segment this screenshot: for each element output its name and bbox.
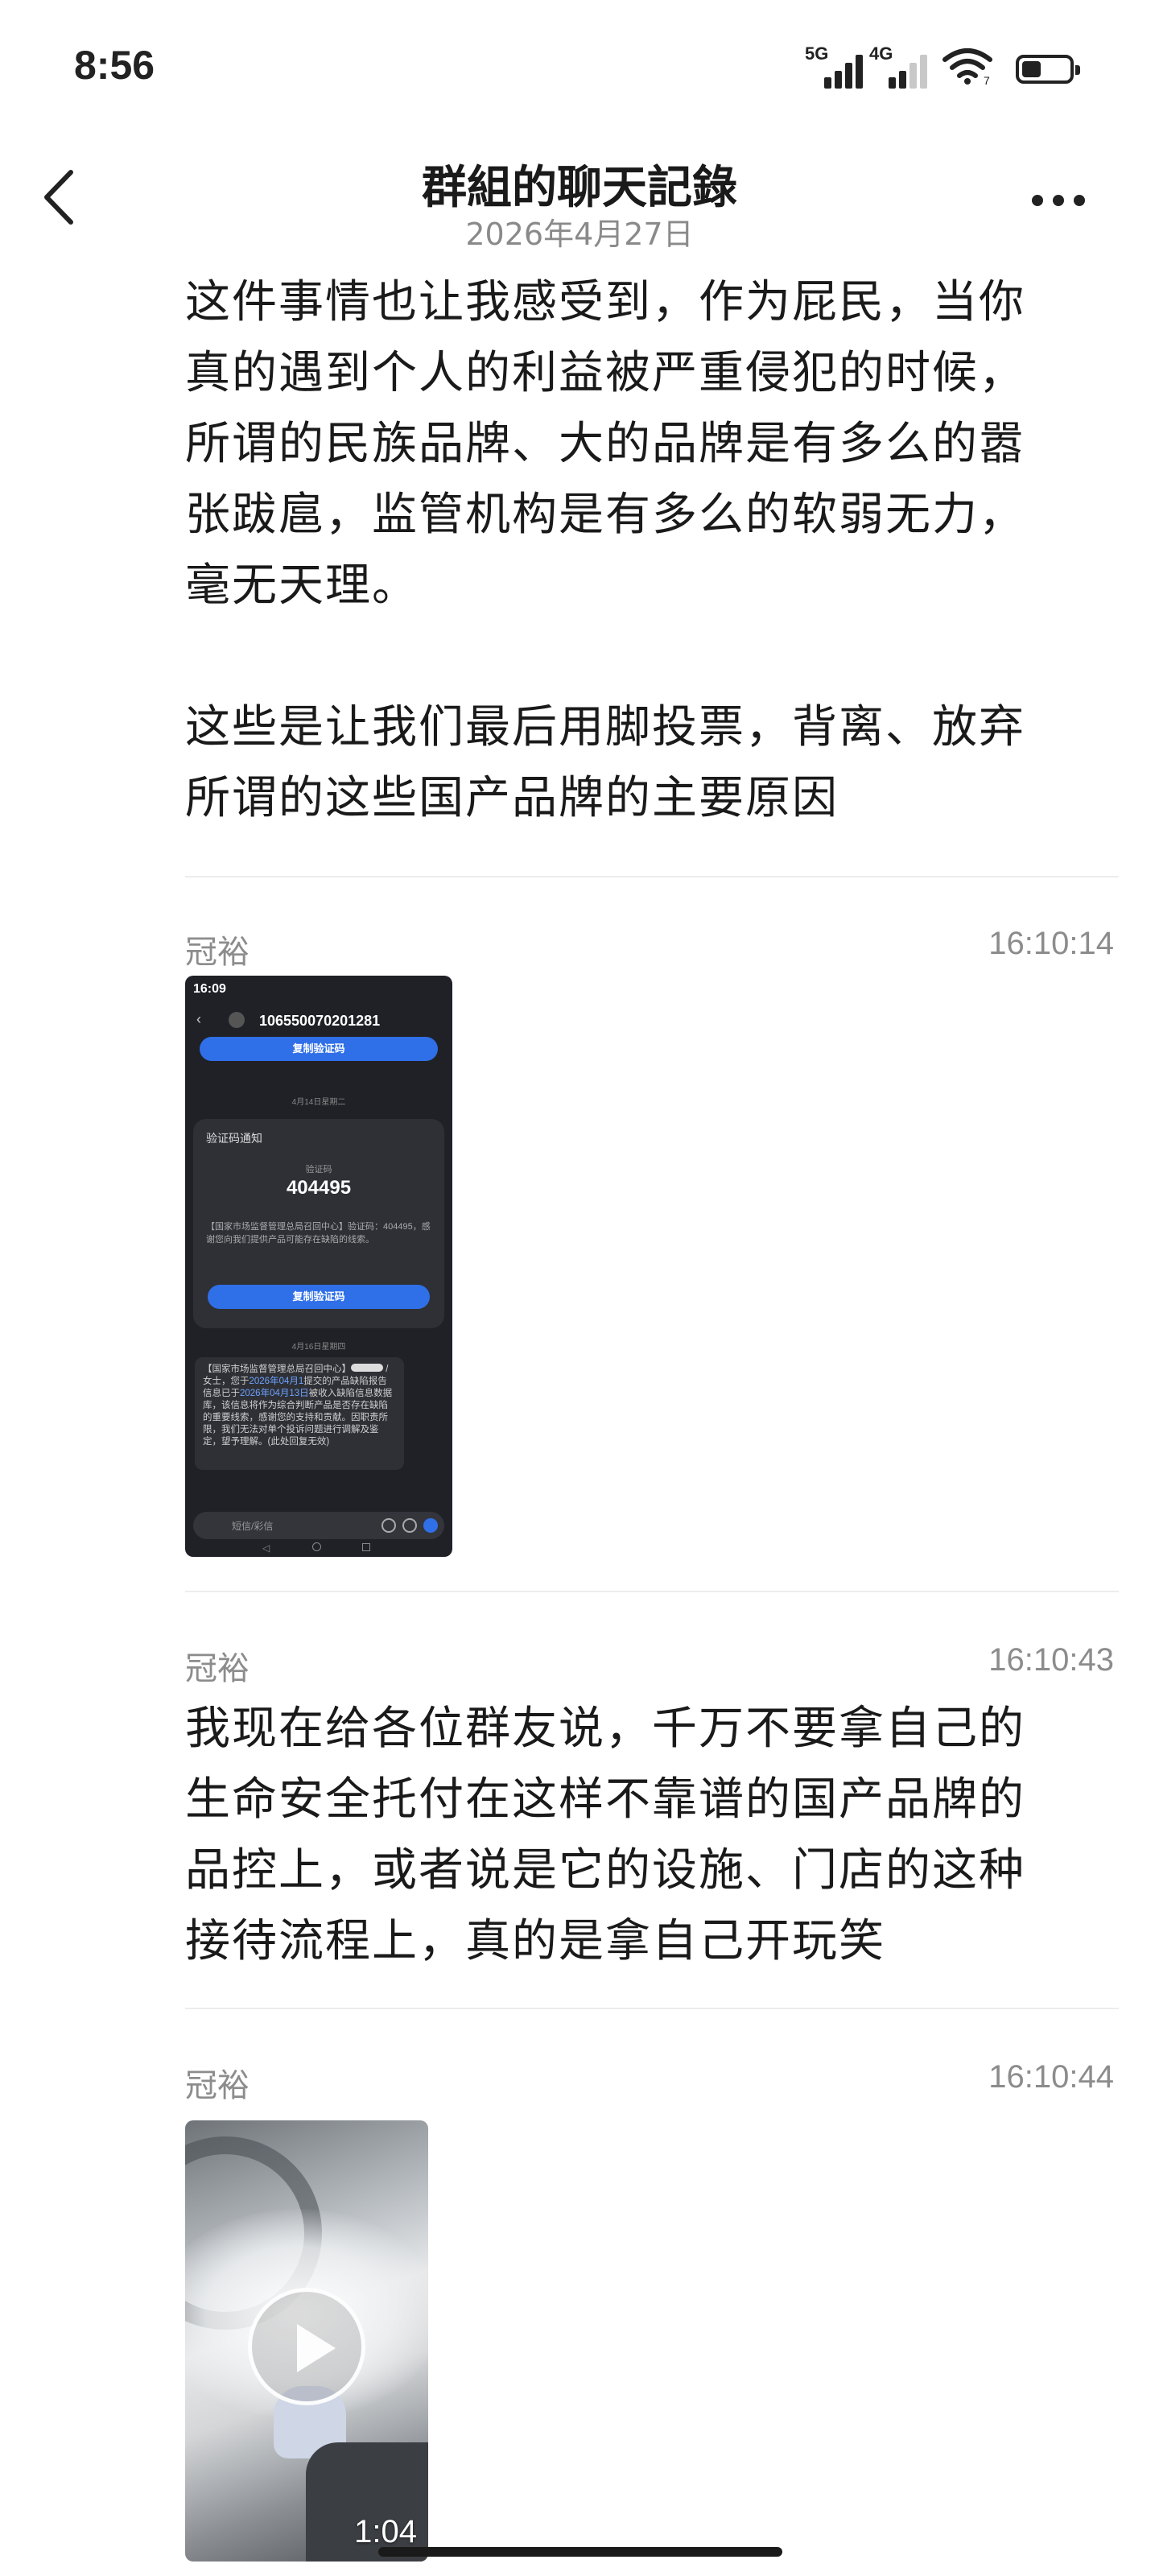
thumb-input-bar: 短信/彩信 (193, 1512, 444, 1539)
svg-text:7: 7 (984, 74, 990, 85)
page-title: 群組的聊天記錄 (422, 162, 737, 214)
message-divider (185, 876, 1119, 877)
thumb-copy-button: 复制验证码 (200, 1037, 438, 1061)
message-divider (185, 2008, 1119, 2009)
thumb-bell-icon (229, 1012, 245, 1028)
message-divider (185, 1591, 1119, 1592)
thumb-phone-number: 106550070201281 (259, 1013, 381, 1029)
thumb-add-icon (402, 1518, 417, 1533)
status-time: 8:56 (74, 43, 155, 88)
message-timestamp: 16:10:44 (988, 2059, 1114, 2095)
redaction-mark (351, 1364, 383, 1372)
message-sender: 冠裕 (185, 2067, 250, 2104)
thumb-code-label: 验证码 (305, 1165, 332, 1174)
image-attachment[interactable]: 16:09 ‹ 106550070201281 复制验证码 4月14日星期二 验… (185, 976, 452, 1557)
wifi-icon: 7 (942, 48, 992, 85)
video-duration: 1:04 (354, 2514, 417, 2549)
message-sender: 冠裕 (185, 934, 250, 971)
thumb-code: 404495 (286, 1177, 352, 1199)
thumb-send-icon (423, 1518, 438, 1533)
home-indicator[interactable] (378, 2547, 782, 2557)
thumb-sms-bubble: 【国家市场监督管理总局召回中心】 /女士，您于2026年04月1提交的产品缺陷报… (195, 1357, 404, 1470)
thumb-card-text: 【国家市场监督管理总局召回中心】验证码：404495，感谢您向我们提供产品可能存… (206, 1222, 431, 1245)
thumb-date-divider: 4月14日星期二 (291, 1098, 346, 1107)
message-1-paragraph-1: 这件事情也让我感受到，作为屁民，当你 真的遇到个人的利益被严重侵犯的时候， 所谓… (185, 276, 1025, 612)
thumb-input-placeholder: 短信/彩信 (232, 1521, 274, 1532)
message-timestamp: 16:10:43 (988, 1642, 1114, 1678)
thumb-nav-bar: ◁ (185, 1541, 452, 1554)
page-date: 2026年4月27日 (465, 217, 694, 252)
play-icon[interactable] (248, 2288, 365, 2405)
thumb-emoji-icon (382, 1518, 396, 1533)
status-bar: 8:56 5G 4G 7 (0, 0, 1159, 137)
video-attachment[interactable]: 1:04 (185, 2120, 428, 2562)
more-horizontal-icon (1032, 195, 1043, 206)
chat-history-page: 8:56 5G 4G 7 群組的聊天記錄 2026年4月27日 这件事情也让我感… (0, 0, 1159, 2576)
thumb-back-icon: ‹ (196, 1011, 201, 1027)
more-options-button[interactable] (1022, 177, 1095, 225)
message-1-paragraph-2: 这些是让我们最后用脚投票，背离、放弃 所谓的这些国产品牌的主要原因 (185, 701, 1025, 824)
message-sender: 冠裕 (185, 1650, 250, 1687)
chat-header: 群組的聊天記錄 2026年4月27日 (0, 137, 1159, 266)
thumb-card-title: 验证码通知 (206, 1132, 262, 1145)
thumb-code-card: 验证码通知 验证码 404495 【国家市场监督管理总局召回中心】验证码：404… (193, 1119, 444, 1328)
thumb-date-divider-2: 4月16日星期四 (291, 1343, 346, 1352)
message-text-3[interactable]: 我现在给各位群友说，千万不要拿自己的 生命安全托付在这样不靠谱的国产品牌的 品控… (185, 1694, 1119, 1977)
message-timestamp: 16:10:14 (988, 926, 1114, 961)
battery-icon (1016, 55, 1080, 84)
thumb-status-time: 16:09 (193, 982, 226, 996)
thumb-copy-button-2: 复制验证码 (208, 1285, 430, 1309)
thumb-header: ‹ 106550070201281 (185, 1005, 452, 1037)
